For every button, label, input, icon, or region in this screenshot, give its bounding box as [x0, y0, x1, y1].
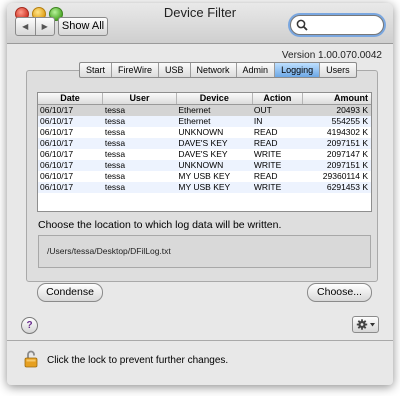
- cell-date: 06/10/17: [40, 116, 74, 126]
- cell-user: tessa: [104, 160, 126, 170]
- cell-user: tessa: [104, 182, 126, 192]
- column-header-amount[interactable]: Amount: [303, 93, 371, 104]
- condense-button[interactable]: Condense: [37, 283, 103, 302]
- log-path-box: /Users/tessa/Desktop/DFilLog.txt: [38, 235, 371, 268]
- table-row[interactable]: 06/10/17 tessa DAVE'S KEY WRITE 2097147 K: [38, 149, 371, 160]
- column-header-action[interactable]: Action: [253, 93, 303, 104]
- cell-user: tessa: [104, 127, 126, 137]
- tab-usb[interactable]: USB: [158, 63, 190, 77]
- table-row[interactable]: 06/10/17 tessa Ethernet IN 554255 K: [38, 116, 371, 127]
- cell-date: 06/10/17: [40, 171, 74, 181]
- title-bar: Device Filter ◀ ▶ Show All: [7, 3, 393, 44]
- table-row[interactable]: 06/10/17 tessa DAVE'S KEY READ 2097151 K: [38, 138, 371, 149]
- cell-device: UNKNOWN: [178, 127, 224, 137]
- table-row[interactable]: 06/10/17 tessa UNKNOWN WRITE 2097151 K: [38, 160, 371, 171]
- cell-device: DAVE'S KEY: [178, 149, 228, 159]
- cell-date: 06/10/17: [40, 138, 74, 148]
- search-icon: [296, 19, 308, 31]
- cell-user: tessa: [104, 138, 126, 148]
- column-header-user[interactable]: User: [103, 93, 177, 104]
- log-table[interactable]: Date User Device Action Amount 06/10/17 t…: [37, 92, 372, 212]
- cell-device: UNKNOWN: [178, 160, 224, 170]
- column-header-date[interactable]: Date: [38, 93, 104, 104]
- table-body: 06/10/17 tessa Ethernet OUT 20493 K 06/10/17 t…: [38, 105, 371, 193]
- cell-action: READ: [253, 127, 278, 137]
- action-menu-button[interactable]: [352, 316, 379, 333]
- cell-action: READ: [253, 138, 278, 148]
- back-button[interactable]: ◀: [16, 18, 35, 35]
- cell-action: OUT: [253, 105, 272, 115]
- cell-date: 06/10/17: [40, 105, 74, 115]
- lock-open-icon[interactable]: [24, 350, 38, 368]
- cell-date: 06/10/17: [40, 160, 74, 170]
- show-all-button[interactable]: Show All: [58, 17, 108, 36]
- table-row[interactable]: 06/10/17 tessa MY USB KEY READ 29360114 K: [38, 171, 371, 182]
- cell-action: IN: [253, 116, 263, 126]
- table-row[interactable]: 06/10/17 tessa MY USB KEY WRITE 6291453 K: [38, 182, 371, 193]
- cell-user: tessa: [104, 149, 126, 159]
- cell-amount: 2097151 K: [326, 160, 369, 170]
- cell-device: MY USB KEY: [178, 171, 231, 181]
- help-icon[interactable]: ?: [21, 317, 38, 334]
- tab-firewire[interactable]: FireWire: [111, 63, 158, 77]
- cell-action: READ: [253, 171, 278, 181]
- chevron-down-icon: [370, 323, 375, 327]
- cell-amount: 554255 K: [331, 116, 369, 126]
- bottom-divider: [7, 340, 393, 341]
- preferences-window: Device Filter ◀ ▶ Show All Version 1.00.…: [7, 3, 393, 385]
- cell-amount: 29360114 K: [322, 171, 369, 181]
- cell-date: 06/10/17: [40, 127, 74, 137]
- cell-amount: 2097147 K: [326, 149, 369, 159]
- lock-message: Click the lock to prevent further change…: [47, 355, 229, 366]
- cell-device: DAVE'S KEY: [178, 138, 228, 148]
- forward-button[interactable]: ▶: [34, 18, 55, 35]
- cell-action: WRITE: [253, 182, 282, 192]
- cell-user: tessa: [104, 105, 126, 115]
- cell-amount: 6291453 K: [326, 182, 369, 192]
- tab-admin[interactable]: Admin: [235, 63, 275, 77]
- cell-device: Ethernet: [178, 105, 211, 115]
- log-location-prompt: Choose the location to which log data wi…: [38, 219, 282, 231]
- tab-start[interactable]: Start: [80, 63, 111, 77]
- cell-action: WRITE: [253, 160, 282, 170]
- cell-device: Ethernet: [178, 116, 211, 126]
- cell-amount: 2097151 K: [326, 138, 369, 148]
- tab-network[interactable]: Network: [189, 63, 236, 77]
- column-header-device[interactable]: Device: [177, 93, 253, 104]
- tab-users[interactable]: Users: [319, 63, 356, 77]
- choose-button[interactable]: Choose...: [307, 283, 372, 302]
- cell-date: 06/10/17: [40, 149, 74, 159]
- table-header: Date User Device Action Amount: [38, 93, 371, 105]
- tab-bar: Start FireWire USB Network Admin Logging Users: [79, 62, 357, 78]
- table-row[interactable]: 06/10/17 tessa Ethernet OUT 20493 K: [38, 105, 371, 116]
- version-label: Version 1.00.070.0042: [281, 50, 382, 61]
- cell-date: 06/10/17: [40, 182, 74, 192]
- table-row[interactable]: 06/10/17 tessa UNKNOWN READ 4194302 K: [38, 127, 371, 138]
- search-field[interactable]: [290, 15, 384, 35]
- cell-user: tessa: [104, 171, 126, 181]
- cell-device: MY USB KEY: [178, 182, 231, 192]
- log-path: /Users/tessa/Desktop/DFilLog.txt: [47, 246, 171, 256]
- tab-logging[interactable]: Logging: [274, 63, 320, 77]
- nav-back-forward: ◀ ▶: [15, 17, 55, 36]
- cell-user: tessa: [104, 116, 126, 126]
- cell-amount: 4194302 K: [326, 127, 369, 137]
- cell-action: WRITE: [253, 149, 282, 159]
- gear-icon: [356, 319, 375, 330]
- search-input[interactable]: [310, 17, 376, 31]
- cell-amount: 20493 K: [336, 105, 369, 115]
